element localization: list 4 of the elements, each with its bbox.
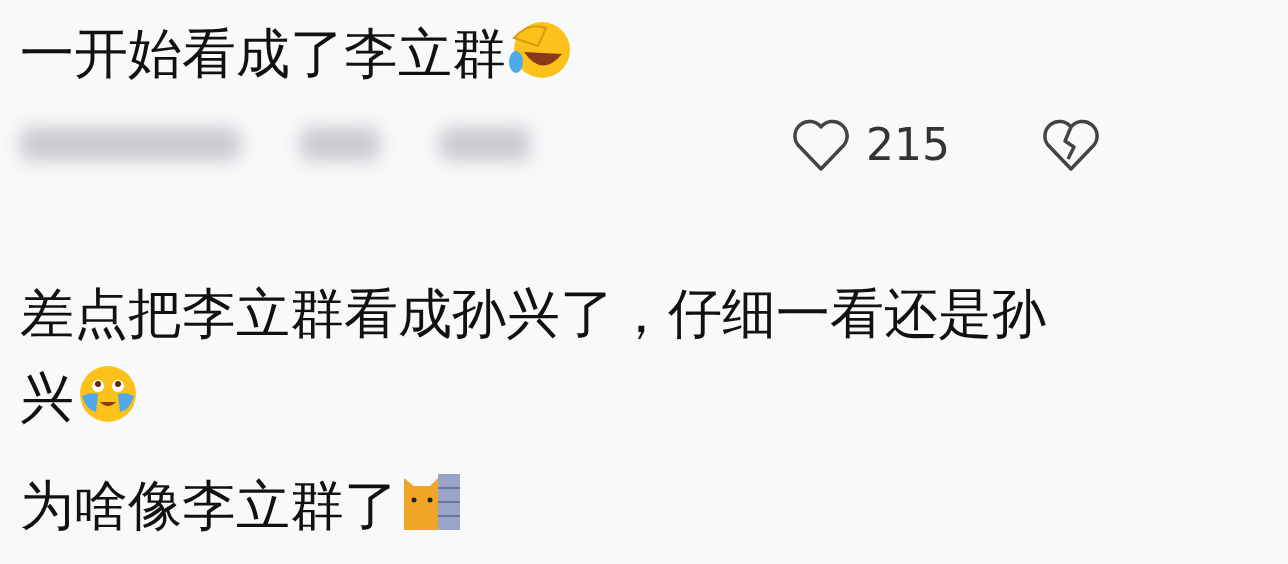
like-count: 215 — [866, 118, 950, 170]
comment-text: 为啥像李立群了 — [20, 464, 1080, 548]
comment-text: 一开始看成了李立群 — [20, 12, 1080, 96]
comment-text: 差点把李立群看成孙兴了，仔细一看还是孙兴 — [20, 281, 1047, 431]
